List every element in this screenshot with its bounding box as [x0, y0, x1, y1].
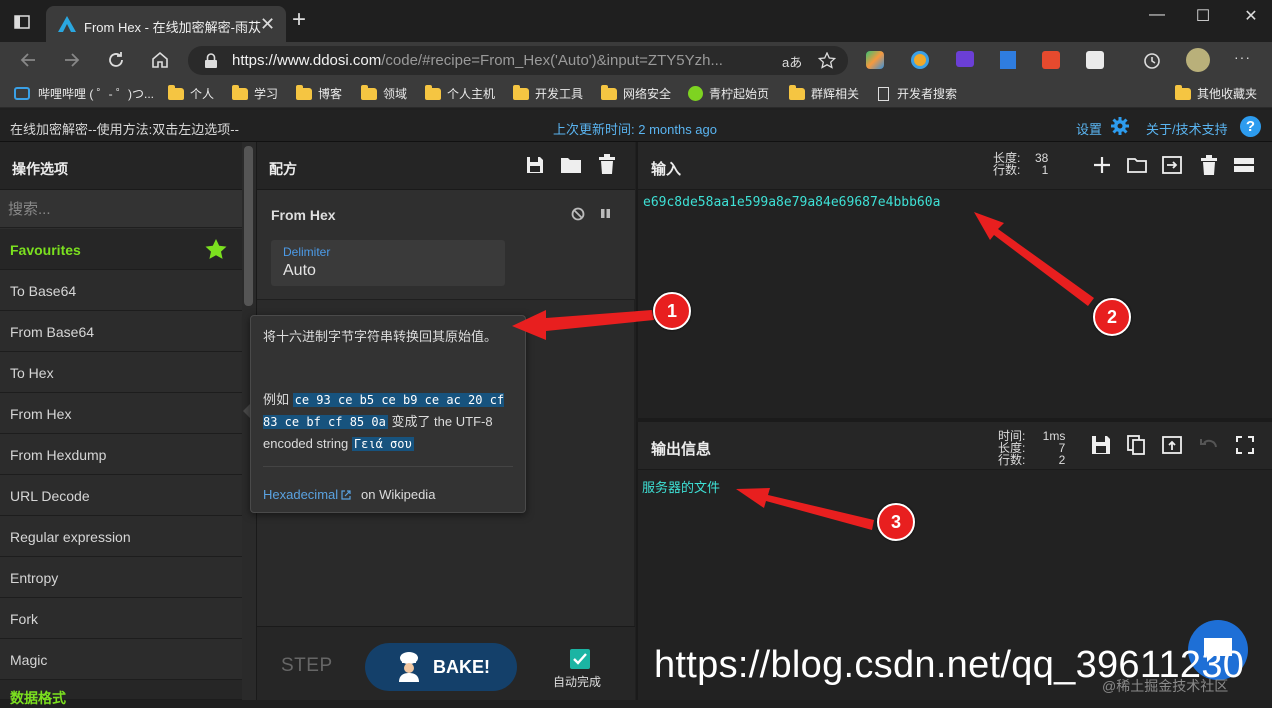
annotation-arrow-2	[974, 212, 1094, 306]
annotation-arrows	[512, 212, 1094, 530]
annotation-badge-2: 2	[1093, 298, 1131, 336]
watermark-juejin: @稀土掘金技术社区	[1102, 678, 1229, 694]
annotation-arrow-3	[736, 488, 874, 530]
annotation-arrow-1	[512, 310, 654, 340]
annotation-badge-1: 1	[653, 292, 691, 330]
annotation-badge-3: 3	[877, 503, 915, 541]
